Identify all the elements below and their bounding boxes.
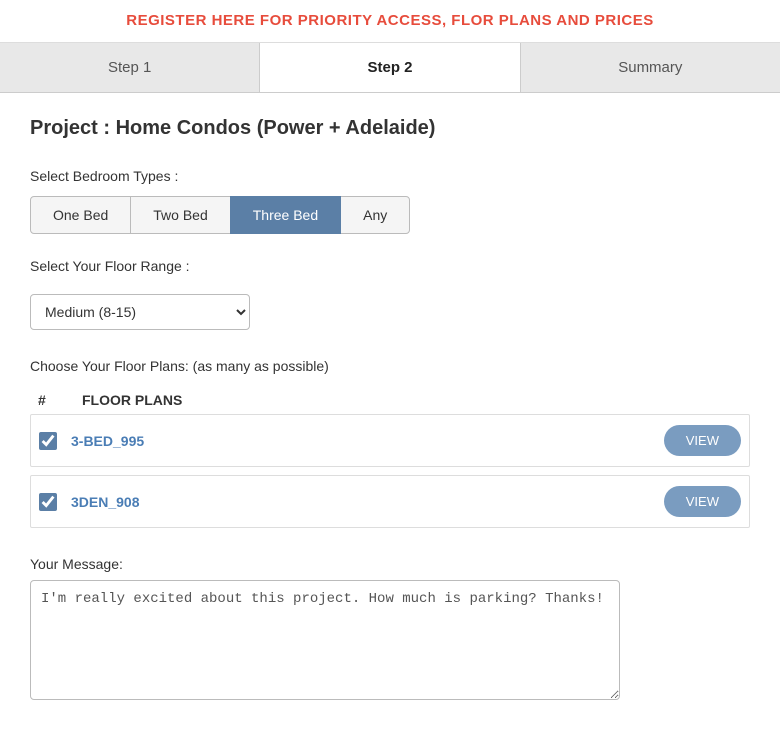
floor-plan-name-2: 3DEN_908 xyxy=(71,494,140,510)
floor-plan-row: 3DEN_908 VIEW xyxy=(30,475,750,528)
bedroom-label: Select Bedroom Types : xyxy=(30,168,750,184)
floor-range-section: Select Your Floor Range : Low (1-7) Medi… xyxy=(30,258,750,330)
column-name: FLOOR PLANS xyxy=(82,392,182,408)
message-label: Your Message: xyxy=(30,556,750,572)
message-textarea[interactable]: I'm really excited about this project. H… xyxy=(30,580,620,700)
tab-summary[interactable]: Summary xyxy=(521,43,780,92)
floor-range-label: Select Your Floor Range : xyxy=(30,258,750,274)
floor-plan-view-btn-2[interactable]: VIEW xyxy=(664,486,741,517)
floor-plan-checkbox-1[interactable] xyxy=(39,432,57,450)
message-section: Your Message: I'm really excited about t… xyxy=(30,556,750,705)
bedroom-btn-twobed[interactable]: Two Bed xyxy=(130,196,230,234)
floor-plan-checkbox-area: 3-BED_995 xyxy=(39,432,664,450)
tabs-row: Step 1 Step 2 Summary xyxy=(0,43,780,93)
floor-plan-checkbox-area-2: 3DEN_908 xyxy=(39,493,664,511)
floor-plan-view-btn-1[interactable]: VIEW xyxy=(664,425,741,456)
banner-text: REGISTER HERE FOR PRIORITY ACCESS, FLOR … xyxy=(126,12,654,29)
floor-range-select[interactable]: Low (1-7) Medium (8-15) High (16+) Any xyxy=(30,294,250,330)
tab-step2[interactable]: Step 2 xyxy=(260,43,520,92)
floor-plans-header: # FLOOR PLANS xyxy=(30,386,750,414)
floor-plans-label: Choose Your Floor Plans: (as many as pos… xyxy=(30,358,750,374)
floor-plan-name-1: 3-BED_995 xyxy=(71,433,144,449)
banner: REGISTER HERE FOR PRIORITY ACCESS, FLOR … xyxy=(0,0,780,43)
project-title: Project : Home Condos (Power + Adelaide) xyxy=(30,117,750,140)
bedroom-buttons: One Bed Two Bed Three Bed Any xyxy=(30,196,750,234)
column-hash: # xyxy=(38,392,62,408)
bedroom-btn-any[interactable]: Any xyxy=(340,196,410,234)
floor-plans-section: Choose Your Floor Plans: (as many as pos… xyxy=(30,358,750,528)
tab-step1[interactable]: Step 1 xyxy=(0,43,260,92)
floor-plan-checkbox-2[interactable] xyxy=(39,493,57,511)
bedroom-btn-threebed[interactable]: Three Bed xyxy=(230,196,341,234)
main-content: Project : Home Condos (Power + Adelaide)… xyxy=(0,93,780,745)
floor-plan-row: 3-BED_995 VIEW xyxy=(30,414,750,467)
bedroom-btn-onebed[interactable]: One Bed xyxy=(30,196,131,234)
